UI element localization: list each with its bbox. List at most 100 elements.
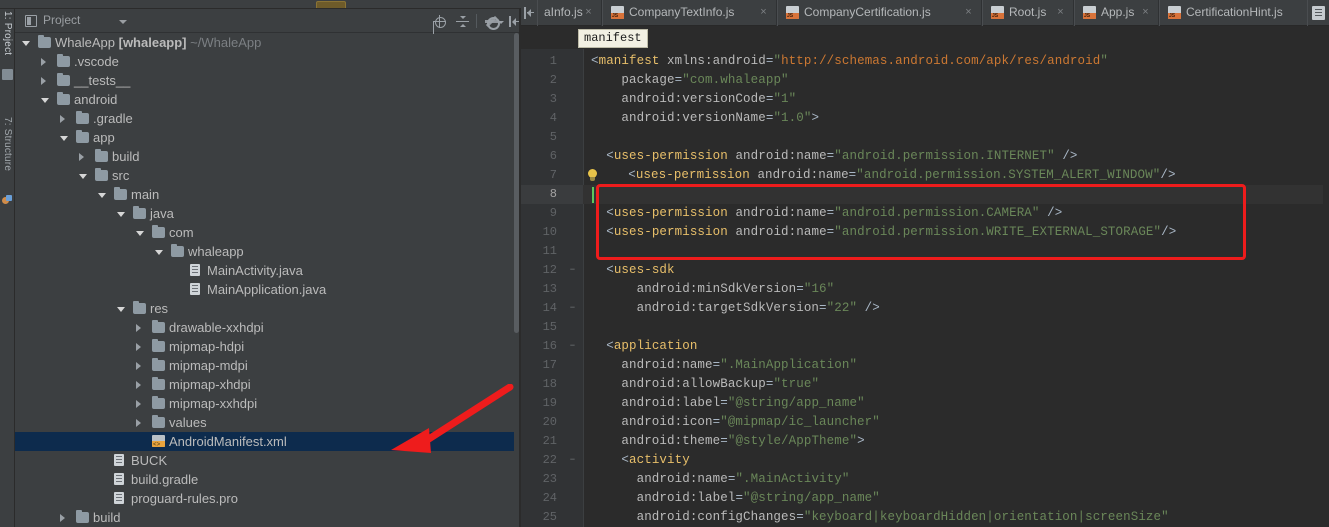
chevron-right-icon[interactable] [41,58,46,66]
fold-toggle-icon[interactable]: − [569,266,576,275]
tree-row[interactable]: main [15,185,519,204]
tree-row[interactable]: proguard-rules.pro [15,489,519,508]
folder-icon [171,244,184,257]
tree-row[interactable]: MainActivity.java [15,261,519,280]
tree-row-label: proguard-rules.pro [131,491,238,506]
tree-row[interactable]: values [15,413,519,432]
breadcrumb[interactable]: manifest [578,29,648,48]
editor-vertical-scrollbar[interactable] [1323,49,1329,527]
chevron-down-icon[interactable] [79,174,87,179]
line-number: 14 [542,301,557,315]
chevron-right-icon[interactable] [60,514,65,522]
chevron-down-icon[interactable] [119,20,127,24]
tree-row-label: main [131,187,160,202]
editor-tab[interactable]: CompanyTextInfo.js × [602,0,777,26]
editor-tab[interactable]: CompanyCertification.js × [777,0,982,26]
close-icon[interactable]: × [1141,7,1150,18]
tree-row[interactable]: build.gradle [15,470,519,489]
tab-overflow-left-icon[interactable] [523,7,535,19]
close-icon[interactable]: × [759,7,768,18]
tree-row[interactable]: BUCK [15,451,519,470]
editor-tab[interactable]: Root.js × [982,0,1074,26]
chevron-down-icon[interactable] [117,307,125,312]
folder-icon [38,35,51,48]
close-icon[interactable]: × [584,7,593,18]
tree-row[interactable]: __tests__ [15,71,519,90]
editor-tab-bar: aInfo.js×CompanyTextInfo.js×CompanyCerti… [521,0,1329,26]
file-icon [114,473,124,485]
tree-row-label: build.gradle [131,472,199,487]
chevron-right-icon[interactable] [60,115,65,123]
tree-row[interactable]: mipmap-xxhdpi [15,394,519,413]
chevron-down-icon[interactable] [155,250,163,255]
tree-row[interactable]: drawable-xxhdpi [15,318,519,337]
line-number: 17 [542,358,557,372]
code-line: <uses-permission android:name="android.p… [591,147,1078,166]
chevron-right-icon[interactable] [136,324,141,332]
close-icon[interactable]: × [964,7,973,18]
code-line: <uses-sdk [591,261,675,280]
tree-row[interactable]: build [15,508,519,527]
token-attr: android:name [735,149,827,163]
token-str: "@string/app_name" [727,396,865,410]
token-punct: < [628,168,636,182]
code-line: android:configChanges="keyboard|keyboard… [591,508,1169,527]
close-icon[interactable]: × [1056,7,1065,18]
token-punct: /> [1047,206,1063,220]
chevron-right-icon[interactable] [136,419,141,427]
fold-toggle-icon[interactable]: − [569,304,576,313]
tree-row-label: mipmap-mdpi [169,358,248,373]
folder-icon [76,510,89,523]
partial-tab-above[interactable] [316,1,346,8]
collapse-all-icon[interactable] [456,15,469,28]
tree-row[interactable]: mipmap-mdpi [15,356,519,375]
project-file-tree[interactable]: WhaleApp [whaleapp] ~/WhaleApp .vscode __t… [15,33,519,527]
tree-row[interactable]: .vscode [15,52,519,71]
line-number: 5 [549,130,557,144]
editor-tab-label: Root.js [1009,5,1047,19]
intention-bulb-icon[interactable] [587,169,598,182]
token-str: "1" [773,92,797,106]
tree-row[interactable]: src [15,166,519,185]
chevron-down-icon[interactable] [136,231,144,236]
tool-tab-structure[interactable]: 7: Structure [0,117,15,205]
tree-row[interactable]: mipmap-xhdpi [15,375,519,394]
chevron-down-icon[interactable] [41,98,49,103]
editor-tab[interactable]: aInfo.js × [537,0,602,26]
chevron-right-icon[interactable] [136,343,141,351]
tree-row[interactable]: mipmap-hdpi [15,337,519,356]
editor-tab-label: App.js [1101,5,1135,19]
tree-row[interactable]: MainApplication.java [15,280,519,299]
tree-row-selected[interactable]: AndroidManifest.xml [15,432,519,451]
chevron-right-icon[interactable] [79,153,84,161]
tree-row[interactable]: android [15,90,519,109]
editor-tab[interactable]: CertificationHint.js× [1159,0,1329,26]
line-number: 6 [549,149,557,163]
chevron-right-icon[interactable] [136,362,141,370]
locate-in-tree-icon[interactable] [433,15,446,28]
chevron-right-icon[interactable] [136,400,141,408]
tree-row[interactable]: com [15,223,519,242]
text-caret [592,187,594,203]
chevron-down-icon[interactable] [22,41,30,46]
tree-row[interactable]: res [15,299,519,318]
fold-toggle-icon[interactable]: − [569,456,576,465]
code-editor[interactable]: 1 <manifest xmlns:android="http://schemas… [521,49,1329,527]
code-line: android:targetSdkVersion="22" /> [591,299,880,318]
tree-row[interactable]: build [15,147,519,166]
editor-tab[interactable]: App.js × [1074,0,1159,26]
fold-toggle-icon[interactable]: − [569,342,576,351]
tree-row[interactable]: WhaleApp [whaleapp] ~/WhaleApp [15,33,519,52]
settings-gear-icon[interactable] [485,15,504,30]
tree-row[interactable]: app [15,128,519,147]
chevron-right-icon[interactable] [41,77,46,85]
tree-row[interactable]: java [15,204,519,223]
tree-row[interactable]: whaleapp [15,242,519,261]
chevron-right-icon[interactable] [136,381,141,389]
tree-row[interactable]: .gradle [15,109,519,128]
chevron-down-icon[interactable] [98,193,106,198]
chevron-down-icon[interactable] [60,136,68,141]
tree-row-label: src [112,168,130,183]
chevron-down-icon[interactable] [117,212,125,217]
tree-row-label: java [150,206,174,221]
